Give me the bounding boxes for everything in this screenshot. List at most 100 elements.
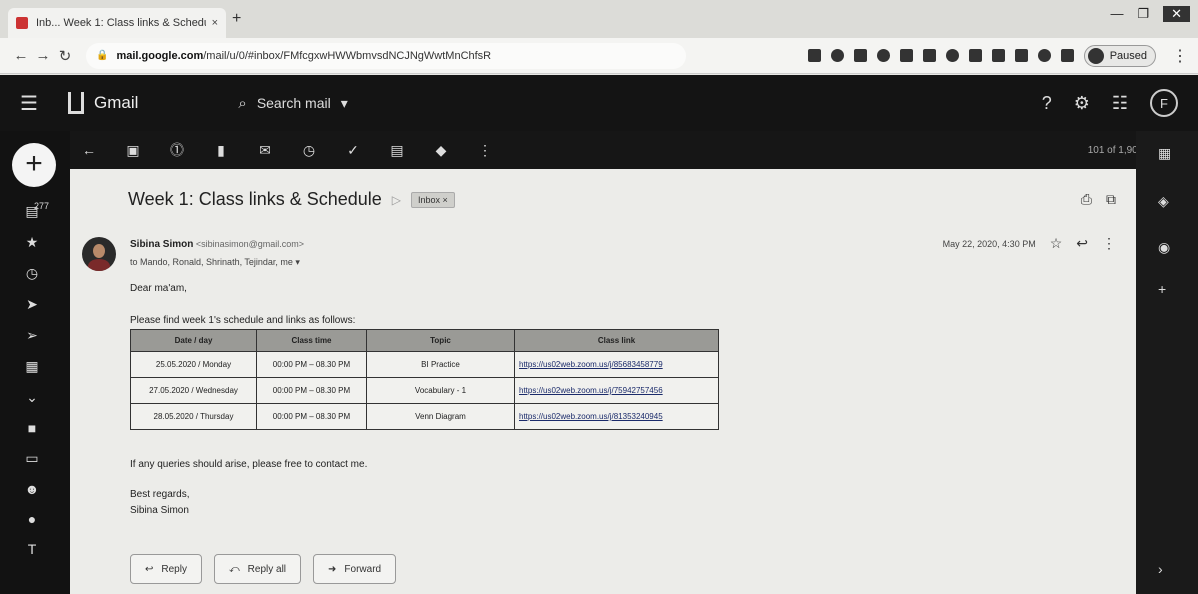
thread-actions: ⎙ ⧉	[1081, 191, 1116, 208]
account-avatar[interactable]: F	[1150, 89, 1178, 117]
mark-unread-icon[interactable]: ✉	[256, 142, 274, 159]
profile-paused-button[interactable]: Paused	[1083, 44, 1156, 67]
compose-button[interactable]: +	[12, 143, 56, 187]
inbox-label-chip[interactable]: Inbox ×	[411, 191, 455, 208]
reload-icon[interactable]: ↻	[54, 47, 76, 65]
tab-close-icon[interactable]: ×	[212, 17, 218, 29]
help-icon[interactable]: ?	[1042, 93, 1052, 114]
labels-icon[interactable]: ◆	[432, 142, 450, 159]
sender-avatar[interactable]	[82, 237, 116, 271]
extension-icon[interactable]	[1037, 49, 1051, 62]
extension-icon[interactable]	[945, 49, 959, 62]
extension-icon[interactable]	[899, 49, 913, 62]
search-options-icon[interactable]: ▾	[341, 95, 348, 112]
keep-icon[interactable]: ◈	[1158, 193, 1169, 210]
right-side-panel: ▦ ◈ ◉ + ›	[1136, 131, 1198, 594]
date-cell: 28.05.2020 / Thursday	[130, 403, 257, 430]
class-link[interactable]: https://us02web.zoom.us/j/85683458779	[514, 351, 719, 378]
column-header: Class link	[514, 329, 719, 352]
star-icon[interactable]: ☆	[1050, 235, 1063, 252]
forward-button[interactable]: ➜ Forward	[313, 554, 397, 584]
extension-icon[interactable]	[853, 49, 867, 62]
add-to-tasks-icon[interactable]: ✓	[344, 142, 362, 159]
reply-all-button[interactable]: ⤺ Reply all	[213, 554, 302, 584]
more-icon[interactable]: ⌄	[22, 389, 42, 406]
table-row: 25.05.2020 / Monday 00:00 PM – 08.30 PM …	[130, 351, 719, 378]
class-link[interactable]: https://us02web.zoom.us/j/81353240945	[514, 403, 719, 430]
puzzle-icon[interactable]	[1060, 49, 1074, 62]
address-bar-row: ← → ↻ 🔒 mail.google.com /mail/u/0/#inbox…	[0, 38, 1198, 74]
reply-icon[interactable]: ↩	[1076, 235, 1088, 252]
tasks-icon[interactable]: ◉	[1158, 239, 1170, 256]
url-host: mail.google.com	[116, 49, 204, 62]
move-to-icon[interactable]: ▤	[388, 142, 406, 159]
search-icon[interactable]: ⌕	[238, 95, 246, 112]
extension-icon[interactable]	[922, 49, 936, 62]
calendar-icon[interactable]: ▦	[1158, 145, 1171, 162]
open-new-window-icon[interactable]: ⧉	[1106, 191, 1116, 208]
table-row: 27.05.2020 / Wednesday 00:00 PM – 08.30 …	[130, 377, 719, 404]
column-header: Topic	[366, 329, 515, 352]
apps-grid-icon[interactable]: ☷	[1112, 93, 1128, 114]
drafts-icon[interactable]: ▦	[22, 358, 42, 375]
starred-icon[interactable]: ★	[22, 234, 42, 251]
column-header: Date / day	[130, 329, 257, 352]
new-tab-button[interactable]: +	[232, 10, 241, 28]
extension-icon[interactable]	[1014, 49, 1028, 62]
sender-name[interactable]: Sibina Simon	[130, 239, 193, 250]
search-input[interactable]: Search mail	[257, 95, 331, 111]
app-name: Gmail	[94, 93, 139, 112]
topic-cell: Vocabulary - 1	[366, 377, 515, 404]
more-options-icon[interactable]: ⋮	[476, 142, 494, 159]
extension-icon[interactable]	[876, 49, 890, 62]
topic-cell: Venn Diagram	[366, 403, 515, 430]
browser-menu-icon[interactable]: ⋮	[1172, 46, 1188, 66]
share-icon[interactable]	[807, 49, 821, 62]
extension-icon[interactable]	[991, 49, 1005, 62]
back-arrow-icon[interactable]: ←	[10, 47, 32, 64]
header-actions: ? ⚙ ☷ F	[1042, 89, 1178, 117]
window-controls: — ❐ ✕	[1110, 6, 1190, 22]
report-spam-icon[interactable]: ⓵	[168, 140, 186, 160]
snoozed-clock-icon[interactable]: ◷	[22, 265, 42, 282]
forward-arrow-icon[interactable]: →	[32, 47, 54, 64]
snooze-icon[interactable]: ◷	[300, 142, 318, 159]
search-box[interactable]: ⌕ Search mail ▾	[238, 95, 347, 112]
print-icon[interactable]: ⎙	[1081, 191, 1092, 208]
important-icon[interactable]: ➤	[22, 296, 42, 313]
add-on-icon[interactable]: +	[1158, 281, 1166, 297]
forward-label: Forward	[344, 563, 382, 575]
importance-marker-icon[interactable]: ▷	[392, 193, 401, 207]
gmail-header: ☰ Gmail ⌕ Search mail ▾ ? ⚙ ☷ F	[0, 75, 1198, 131]
main-menu-icon[interactable]: ☰	[20, 91, 48, 116]
sent-icon[interactable]: ➢	[22, 327, 42, 344]
text-t-icon[interactable]: T	[22, 541, 42, 557]
delete-icon[interactable]: ▮	[212, 142, 230, 159]
settings-gear-icon[interactable]: ⚙	[1074, 93, 1090, 114]
more-vert-icon[interactable]: ⋮	[1102, 235, 1116, 252]
extension-icon[interactable]	[968, 49, 982, 62]
gmail-logo[interactable]: Gmail	[68, 92, 138, 114]
pager-count: 101 of 1,908	[1087, 144, 1144, 156]
schedule-table: Date / day Class time Topic Class link 2…	[130, 329, 719, 430]
gmail-m-icon	[68, 92, 84, 114]
expand-panel-icon[interactable]: ›	[1158, 561, 1163, 577]
keyboard-icon[interactable]: ▭	[22, 450, 42, 467]
sender-email: <sibinasimon@gmail.com>	[195, 239, 305, 249]
browser-tab[interactable]: Inb... Week 1: Class links & Schedule ×	[8, 8, 226, 38]
minimize-button[interactable]: —	[1110, 6, 1123, 22]
reply-button[interactable]: ↩ Reply	[130, 554, 202, 584]
maximize-button[interactable]: ❐	[1137, 6, 1149, 22]
url-input[interactable]: 🔒 mail.google.com /mail/u/0/#inbox/FMfcg…	[86, 42, 686, 69]
close-window-button[interactable]: ✕	[1163, 6, 1190, 22]
date-cell: 25.05.2020 / Monday	[130, 351, 257, 378]
recipients-line[interactable]: to Mando, Ronald, Shrinath, Tejindar, me…	[130, 257, 300, 268]
hangouts-icon[interactable]: ☻	[22, 481, 42, 497]
inbox-icon[interactable]: ▤	[22, 203, 42, 220]
archive-icon[interactable]: ▣	[124, 142, 142, 159]
class-link[interactable]: https://us02web.zoom.us/j/75942757456	[514, 377, 719, 404]
back-to-inbox-icon[interactable]: ←	[80, 142, 98, 158]
contact-person-icon[interactable]: ●	[22, 511, 42, 527]
meet-icon[interactable]: ■	[22, 420, 42, 436]
extension-icon[interactable]	[830, 49, 844, 62]
